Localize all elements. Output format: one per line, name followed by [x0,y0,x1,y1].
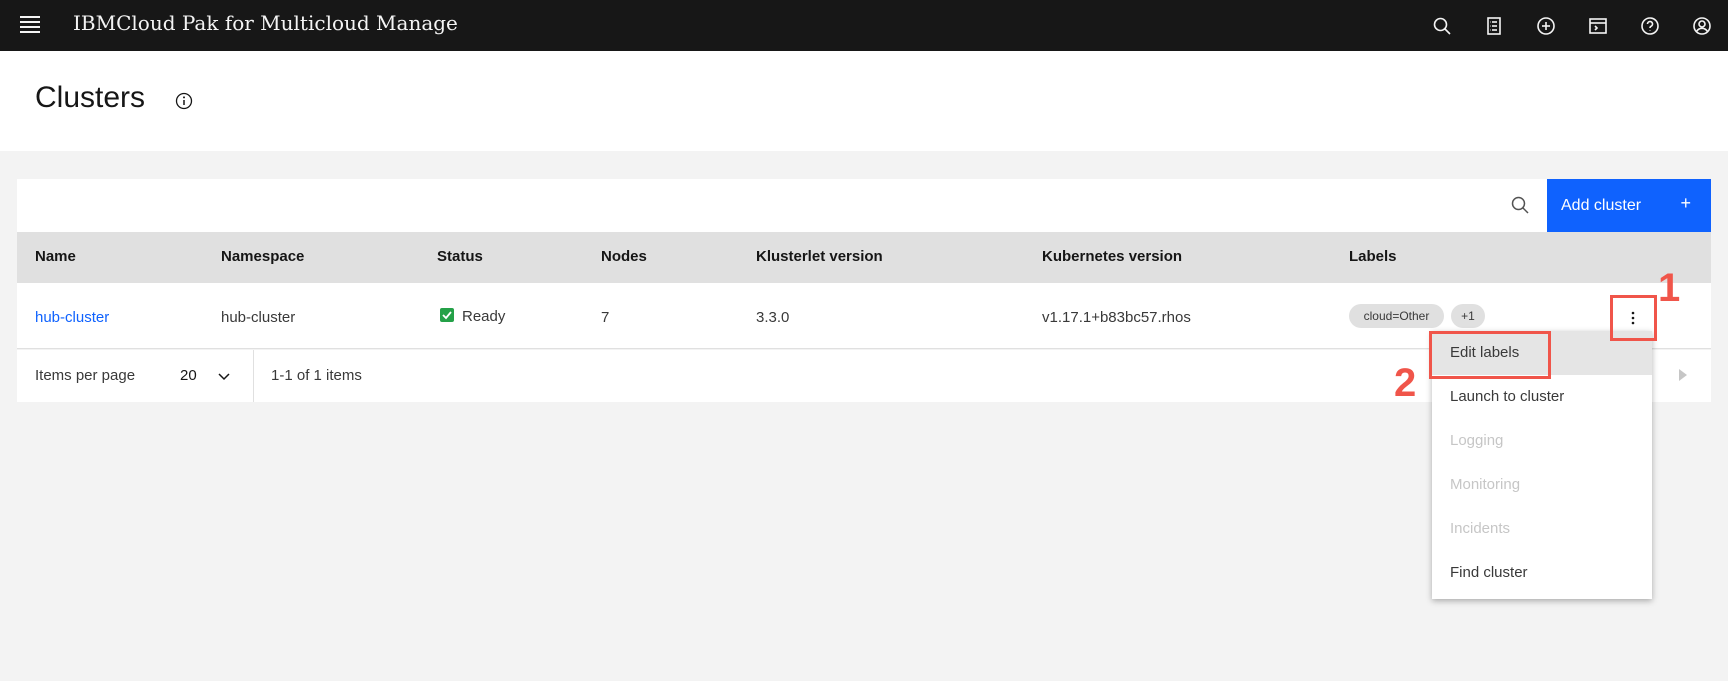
annotation-number-1: 1 [1658,266,1681,310]
column-header-kubernetes[interactable]: Kubernetes version [1042,248,1182,265]
menu-item-logging: Logging [1450,432,1504,449]
ready-status-icon [440,308,454,322]
help-icon[interactable] [1624,0,1676,51]
cluster-name-link[interactable]: hub-cluster [35,309,109,326]
column-header-klusterlet[interactable]: Klusterlet version [756,248,883,265]
user-icon[interactable] [1676,0,1728,51]
pagination-divider [253,350,254,402]
pagination-range: 1-1 of 1 items [271,367,362,384]
page-header: Clusters [0,51,1728,151]
add-cluster-button[interactable]: Add cluster + [1547,179,1711,232]
annotation-number-2: 2 [1394,361,1417,405]
column-header-status[interactable]: Status [437,248,483,265]
terminal-icon[interactable] [1572,0,1624,51]
page-title: Clusters [35,81,146,114]
menu-item-incidents: Incidents [1450,520,1511,537]
label-more-tag[interactable]: +1 [1451,304,1485,328]
column-header-nodes[interactable]: Nodes [601,248,647,265]
label-tag: cloud=Other [1349,304,1444,328]
hamburger-menu-icon[interactable] [20,16,40,34]
menu-item-find-cluster[interactable]: Find cluster [1432,551,1652,595]
column-header-labels: Labels [1349,248,1397,265]
next-page-icon[interactable] [1677,368,1689,382]
items-per-page-value: 20 [180,367,197,384]
search-icon[interactable] [1416,0,1468,51]
menu-item-monitoring: Monitoring [1450,476,1521,493]
annotation-box-1 [1610,295,1657,341]
annotation-box-2 [1429,331,1551,379]
add-cluster-label: Add cluster [1561,196,1642,214]
catalog-icon[interactable] [1468,0,1520,51]
top-header: IBMCloud Pak for Multicloud Manage [0,0,1728,51]
info-icon[interactable] [175,92,193,110]
table-toolbar: Add cluster + [17,179,1711,232]
column-header-name[interactable]: Name [35,248,76,265]
plus-icon: + [1680,193,1691,213]
column-header-namespace[interactable]: Namespace [221,248,304,265]
menu-item-launch-to-cluster[interactable]: Launch to cluster [1432,375,1652,419]
product-name: IBMCloud Pak for Multicloud Manage [73,11,458,35]
items-per-page-select[interactable]: 20 [162,350,253,402]
kubernetes-version: v1.17.1+b83bc57.rhos [1042,309,1191,326]
add-icon[interactable] [1520,0,1572,51]
cluster-namespace: hub-cluster [221,309,296,326]
cluster-status: Ready [462,308,506,325]
chevron-down-icon [218,373,230,381]
items-per-page-label: Items per page [35,367,136,384]
cluster-nodes: 7 [601,309,610,326]
table-search-icon[interactable] [1510,195,1530,215]
table-header: Name Namespace Status Nodes Klusterlet v… [17,232,1711,283]
klusterlet-version: 3.3.0 [756,309,790,326]
